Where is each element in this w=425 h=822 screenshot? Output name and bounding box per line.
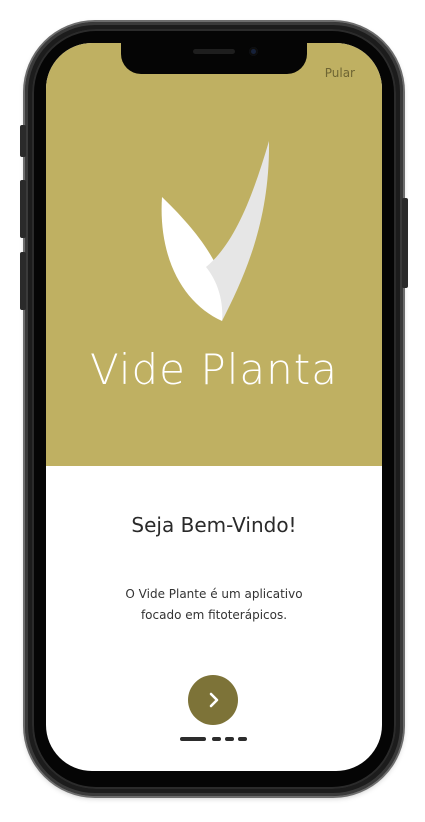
phone-notch (121, 43, 307, 74)
welcome-title: Seja Bem-Vindo! (131, 513, 297, 537)
speaker-grille (193, 49, 235, 54)
page-dot (238, 737, 247, 741)
welcome-description: O Vide Plante é um aplicativo focado em … (46, 584, 382, 626)
app-screen: Pular Vide Planta Seja Bem-Vindo! O Vide… (46, 43, 382, 771)
skip-link[interactable]: Pular (325, 66, 355, 80)
volume-down-button (20, 252, 26, 310)
hero-banner: Pular Vide Planta (46, 43, 382, 466)
page-dot (225, 737, 234, 741)
power-button (402, 198, 408, 288)
next-button[interactable] (188, 675, 238, 725)
chevron-right-icon (209, 692, 219, 708)
page-dot (212, 737, 221, 741)
app-name: Vide Planta (90, 345, 338, 394)
front-camera (249, 47, 258, 56)
leaf-check-icon (161, 141, 270, 321)
silent-switch (20, 125, 26, 157)
page-indicator (180, 737, 250, 742)
description-line: O Vide Plante é um aplicativo (125, 587, 303, 601)
volume-up-button (20, 180, 26, 238)
page-dot-active (180, 737, 206, 741)
description-line: focado em fitoterápicos. (140, 608, 288, 622)
